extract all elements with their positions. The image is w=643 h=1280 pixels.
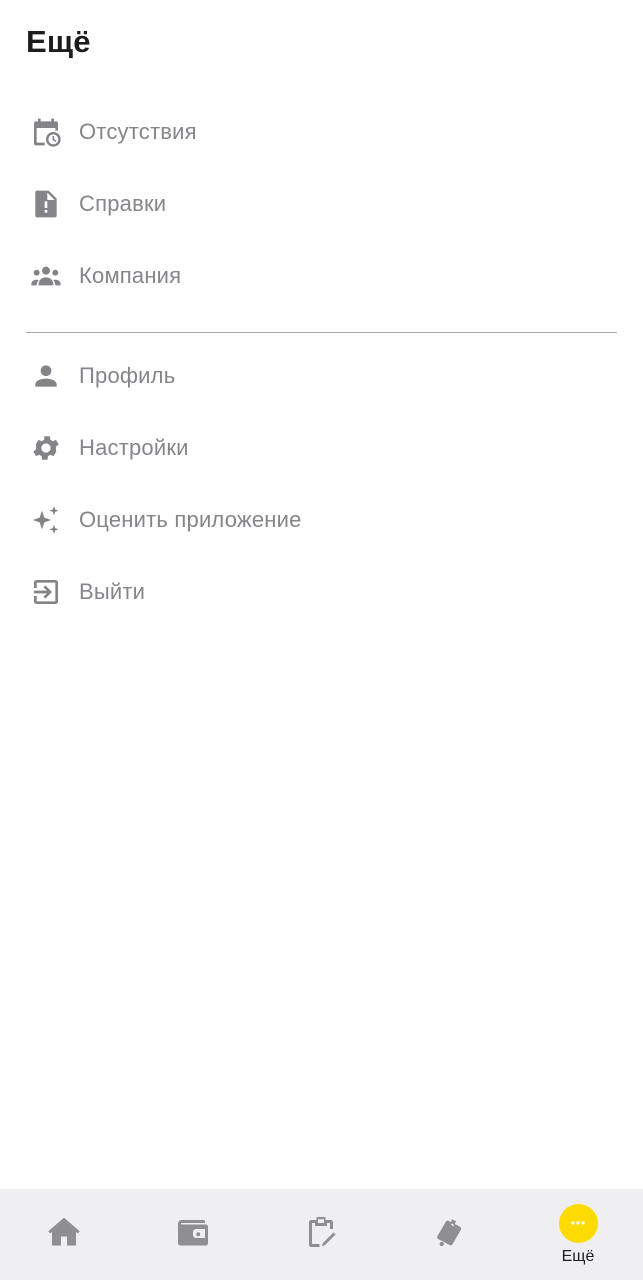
- menu-item-settings[interactable]: Настройки: [26, 418, 616, 478]
- calendar-clock-icon: [26, 110, 70, 154]
- menu-label: Компания: [79, 263, 182, 288]
- divider: [26, 332, 617, 333]
- menu-item-rate-app[interactable]: Оценить приложение: [26, 490, 616, 550]
- luggage-icon: [432, 1214, 468, 1255]
- menu-label: Профиль: [79, 363, 176, 388]
- document-alert-icon: [26, 182, 70, 226]
- menu-label: Отсутствия: [79, 119, 197, 144]
- menu-label: Справки: [79, 191, 167, 216]
- nav-more-label: Ещё: [561, 1247, 595, 1265]
- menu-item-absences[interactable]: Отсутствия: [26, 102, 616, 162]
- person-icon: [26, 354, 70, 398]
- bottom-navigation: Ещё: [0, 1189, 643, 1280]
- wallet-icon: [175, 1214, 211, 1255]
- group-icon: [26, 254, 70, 298]
- clipboard-edit-icon: [303, 1214, 339, 1255]
- nav-trips[interactable]: [386, 1189, 514, 1280]
- page-title: Ещё: [26, 24, 91, 59]
- nav-more[interactable]: Ещё: [514, 1189, 642, 1280]
- nav-tasks[interactable]: [257, 1189, 385, 1280]
- menu-label: Выйти: [79, 579, 146, 604]
- menu-item-logout[interactable]: Выйти: [26, 562, 616, 622]
- nav-home[interactable]: [0, 1189, 128, 1280]
- logout-icon: [26, 570, 70, 614]
- more-icon: [558, 1203, 598, 1243]
- menu-item-profile[interactable]: Профиль: [26, 346, 616, 406]
- home-icon: [46, 1214, 82, 1255]
- gear-icon: [26, 426, 70, 470]
- menu-label: Оценить приложение: [79, 507, 302, 532]
- nav-wallet[interactable]: [129, 1189, 257, 1280]
- menu-item-certificates[interactable]: Справки: [26, 174, 616, 234]
- more-screen: Ещё Отсутствия Справки Компания Профиль …: [0, 0, 643, 1280]
- menu-label: Настройки: [79, 435, 189, 460]
- sparkle-icon: [26, 498, 70, 542]
- menu-item-company[interactable]: Компания: [26, 246, 616, 306]
